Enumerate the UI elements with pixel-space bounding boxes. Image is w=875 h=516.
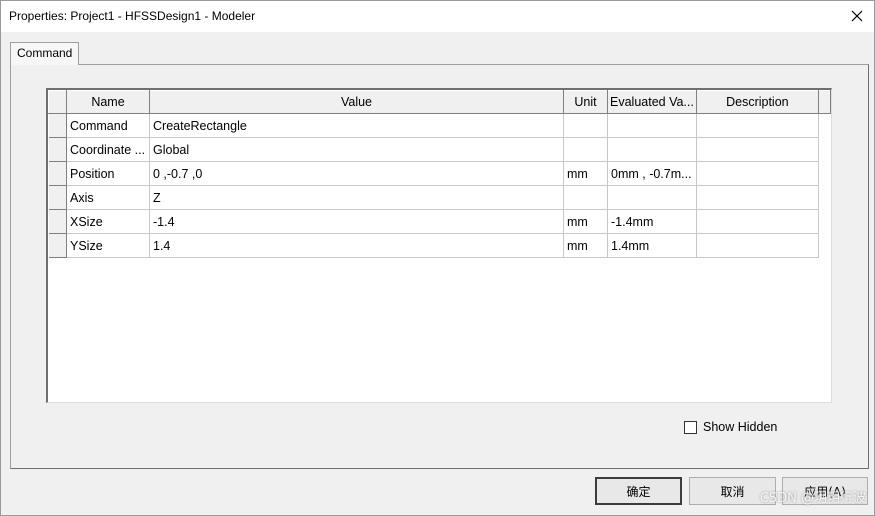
- cell-name[interactable]: Command: [66, 113, 150, 138]
- properties-table: Name Value Unit Evaluated Va... Descript…: [48, 90, 831, 258]
- cell-unit[interactable]: [563, 113, 608, 138]
- table-row[interactable]: XSize -1.4 mm -1.4mm: [48, 209, 831, 234]
- cell-value[interactable]: -1.4: [149, 209, 564, 234]
- row-header[interactable]: [48, 113, 67, 138]
- cell-unit[interactable]: mm: [563, 233, 608, 258]
- cell-unit[interactable]: [563, 137, 608, 162]
- row-tail: [818, 185, 831, 210]
- cell-name[interactable]: Axis: [66, 185, 150, 210]
- watermark: CSDN @玥玥行波: [759, 491, 866, 506]
- row-header[interactable]: [48, 209, 67, 234]
- table-row[interactable]: YSize 1.4 mm 1.4mm: [48, 233, 831, 258]
- row-tail: [818, 161, 831, 186]
- cell-name[interactable]: XSize: [66, 209, 150, 234]
- table-row[interactable]: Position 0 ,-0.7 ,0 mm 0mm , -0.7m...: [48, 161, 831, 186]
- cell-description[interactable]: [696, 185, 819, 210]
- close-icon: [851, 10, 863, 22]
- cell-value[interactable]: CreateRectangle: [149, 113, 564, 138]
- show-hidden-label: Show Hidden: [703, 420, 778, 434]
- row-tail: [818, 113, 831, 138]
- cell-unit[interactable]: [563, 185, 608, 210]
- show-hidden-option[interactable]: Show Hidden: [684, 420, 777, 434]
- cell-evaluated[interactable]: [607, 113, 697, 138]
- ok-button[interactable]: 确定: [595, 477, 682, 505]
- cell-description[interactable]: [696, 233, 819, 258]
- column-header-value[interactable]: Value: [149, 90, 564, 114]
- column-header-unit[interactable]: Unit: [563, 90, 608, 114]
- cell-evaluated[interactable]: [607, 137, 697, 162]
- properties-grid: Name Value Unit Evaluated Va... Descript…: [46, 88, 832, 403]
- cell-description[interactable]: [696, 137, 819, 162]
- header-tail-cell: [817, 90, 831, 114]
- cell-description[interactable]: [696, 113, 819, 138]
- cell-evaluated[interactable]: 1.4mm: [607, 233, 697, 258]
- row-header[interactable]: [48, 161, 67, 186]
- cell-description[interactable]: [696, 209, 819, 234]
- corner-header-cell: [48, 90, 67, 114]
- cell-value[interactable]: 0 ,-0.7 ,0: [149, 161, 564, 186]
- cell-name[interactable]: Position: [66, 161, 150, 186]
- cell-value[interactable]: 1.4: [149, 233, 564, 258]
- row-header[interactable]: [48, 233, 67, 258]
- cell-name[interactable]: YSize: [66, 233, 150, 258]
- cell-description[interactable]: [696, 161, 819, 186]
- title-bar: Properties: Project1 - HFSSDesign1 - Mod…: [1, 1, 874, 32]
- column-header-description[interactable]: Description: [695, 90, 819, 114]
- column-header-name[interactable]: Name: [66, 90, 150, 114]
- cell-evaluated[interactable]: 0mm , -0.7m...: [607, 161, 697, 186]
- table-row[interactable]: Coordinate ... Global: [48, 137, 831, 162]
- column-header-evaluated-value[interactable]: Evaluated Va...: [607, 90, 697, 114]
- show-hidden-checkbox[interactable]: [684, 420, 697, 434]
- cell-unit[interactable]: mm: [563, 161, 608, 186]
- cell-unit[interactable]: mm: [563, 209, 608, 234]
- cell-name[interactable]: Coordinate ...: [66, 137, 150, 162]
- cell-value[interactable]: Global: [149, 137, 564, 162]
- row-tail: [818, 209, 831, 234]
- row-header[interactable]: [48, 185, 67, 210]
- tab-command[interactable]: Command: [10, 42, 80, 65]
- table-header-row: Name Value Unit Evaluated Va... Descript…: [48, 90, 831, 114]
- cell-evaluated[interactable]: -1.4mm: [607, 209, 697, 234]
- row-tail: [818, 137, 831, 162]
- cell-evaluated[interactable]: [607, 185, 697, 210]
- row-tail: [818, 233, 831, 258]
- table-row[interactable]: Command CreateRectangle: [48, 113, 831, 138]
- tab-panel-command: Name Value Unit Evaluated Va... Descript…: [10, 64, 869, 469]
- close-button[interactable]: [846, 5, 868, 27]
- cell-value[interactable]: Z: [149, 185, 564, 210]
- row-header[interactable]: [48, 137, 67, 162]
- table-row[interactable]: Axis Z: [48, 185, 831, 210]
- properties-dialog: Properties: Project1 - HFSSDesign1 - Mod…: [0, 0, 875, 516]
- window-title: Properties: Project1 - HFSSDesign1 - Mod…: [9, 9, 256, 23]
